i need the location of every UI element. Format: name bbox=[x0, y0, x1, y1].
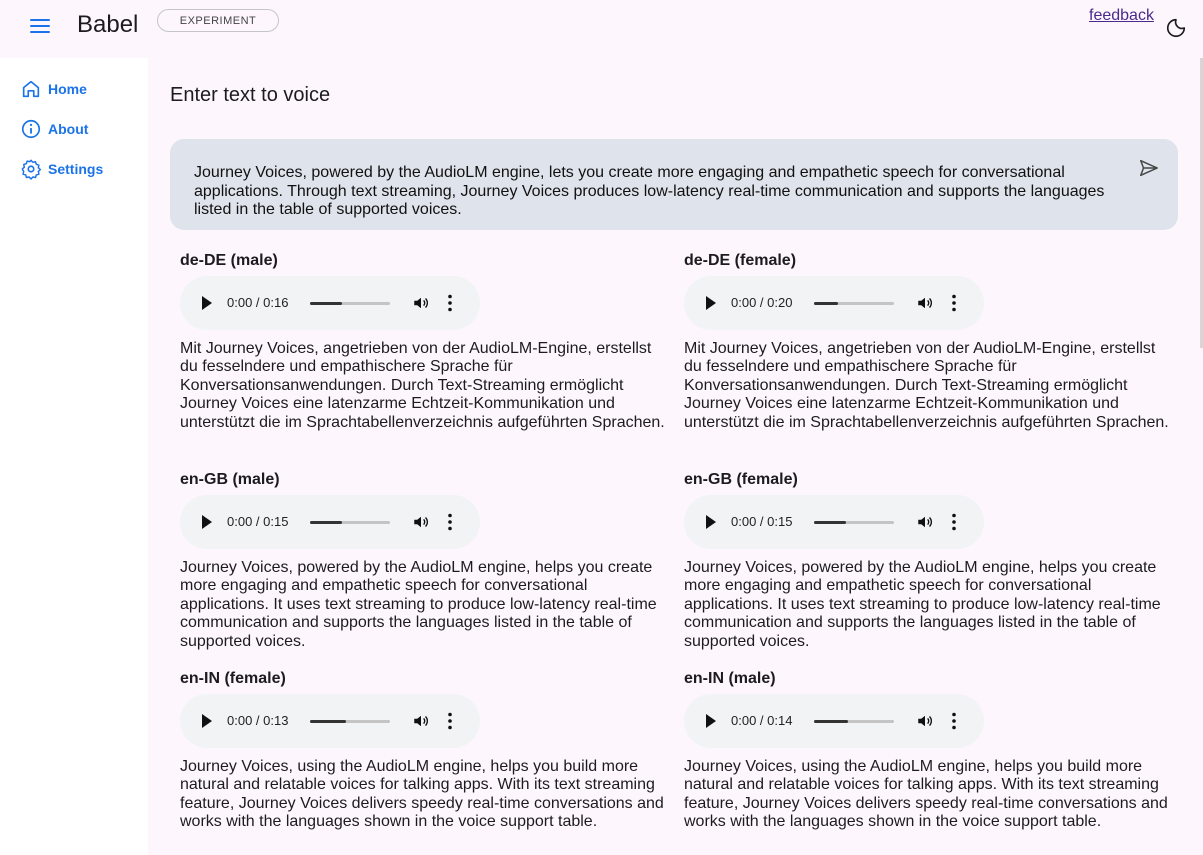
more-options-icon[interactable] bbox=[952, 294, 956, 312]
more-options-icon[interactable] bbox=[952, 513, 956, 531]
audio-progress-fill bbox=[310, 302, 342, 305]
more-options-icon[interactable] bbox=[952, 712, 956, 730]
play-icon[interactable] bbox=[706, 714, 716, 728]
voice-name: en-IN (male) bbox=[684, 670, 776, 687]
sidebar-item-label: About bbox=[48, 121, 89, 137]
input-text[interactable]: Journey Voices, powered by the AudioLM e… bbox=[194, 164, 1114, 220]
voice-card: en-IN (male) 0:00 / 0:14 Journey Voices,… bbox=[684, 670, 1174, 832]
audio-progress-fill bbox=[310, 521, 342, 524]
voice-name: en-GB (female) bbox=[684, 471, 798, 488]
audio-time: 0:00 / 0:14 bbox=[731, 713, 793, 728]
play-icon[interactable] bbox=[202, 714, 212, 728]
text-input[interactable]: Journey Voices, powered by the AudioLM e… bbox=[170, 139, 1178, 230]
feedback-link[interactable]: feedback bbox=[1089, 7, 1154, 25]
app-title: Babel bbox=[77, 11, 139, 38]
send-icon[interactable] bbox=[1138, 157, 1160, 179]
volume-icon[interactable] bbox=[916, 513, 934, 531]
play-icon[interactable] bbox=[706, 296, 716, 310]
audio-player[interactable]: 0:00 / 0:15 bbox=[684, 495, 984, 549]
voice-card: de-DE (female) 0:00 / 0:20 Mit Journey V… bbox=[684, 252, 1174, 432]
voice-description: Journey Voices, using the AudioLM engine… bbox=[180, 758, 664, 831]
audio-progress-slider[interactable] bbox=[814, 521, 894, 524]
audio-progress-slider[interactable] bbox=[814, 720, 894, 723]
gear-icon bbox=[21, 159, 42, 180]
audio-player[interactable]: 0:00 / 0:15 bbox=[180, 495, 480, 549]
audio-time: 0:00 / 0:15 bbox=[731, 514, 793, 529]
volume-icon[interactable] bbox=[916, 712, 934, 730]
audio-progress-fill bbox=[814, 302, 838, 305]
page-title: Enter text to voice bbox=[170, 84, 331, 106]
play-icon[interactable] bbox=[706, 515, 716, 529]
volume-icon[interactable] bbox=[412, 513, 430, 531]
voice-name: en-IN (female) bbox=[180, 670, 286, 687]
menu-icon[interactable] bbox=[30, 17, 50, 35]
audio-progress-slider[interactable] bbox=[310, 720, 390, 723]
voice-card: en-GB (female) 0:00 / 0:15 Journey Voice… bbox=[684, 471, 1174, 651]
sidebar-item-home[interactable]: Home bbox=[20, 77, 87, 101]
sidebar-item-settings[interactable]: Settings bbox=[20, 157, 103, 181]
voice-card: en-IN (female) 0:00 / 0:13 Journey Voice… bbox=[180, 670, 670, 832]
voice-description: Journey Voices, powered by the AudioLM e… bbox=[180, 559, 657, 650]
audio-progress-fill bbox=[814, 521, 846, 524]
info-icon bbox=[21, 119, 41, 139]
more-options-icon[interactable] bbox=[448, 294, 452, 312]
audio-player[interactable]: 0:00 / 0:14 bbox=[684, 694, 984, 748]
audio-time: 0:00 / 0:15 bbox=[227, 514, 289, 529]
audio-progress-fill bbox=[814, 720, 848, 723]
audio-player[interactable]: 0:00 / 0:13 bbox=[180, 694, 480, 748]
audio-progress-slider[interactable] bbox=[310, 302, 390, 305]
sidebar-item-label: Settings bbox=[48, 161, 104, 177]
volume-icon[interactable] bbox=[412, 294, 430, 312]
volume-icon[interactable] bbox=[412, 712, 430, 730]
play-icon[interactable] bbox=[202, 296, 212, 310]
sidebar-item-about[interactable]: About bbox=[20, 117, 88, 141]
voice-card: de-DE (male) 0:00 / 0:16 Mit Journey Voi… bbox=[180, 252, 670, 432]
voice-description: Journey Voices, using the AudioLM engine… bbox=[684, 758, 1168, 831]
audio-time: 0:00 / 0:16 bbox=[227, 295, 289, 310]
voice-description: Journey Voices, powered by the AudioLM e… bbox=[684, 559, 1161, 650]
volume-icon[interactable] bbox=[916, 294, 934, 312]
audio-player[interactable]: 0:00 / 0:16 bbox=[180, 276, 480, 330]
audio-progress-slider[interactable] bbox=[310, 521, 390, 524]
voice-description: Mit Journey Voices, angetrieben von der … bbox=[180, 340, 665, 431]
audio-time: 0:00 / 0:13 bbox=[227, 713, 289, 728]
voice-card: en-GB (male) 0:00 / 0:15 Journey Voices,… bbox=[180, 471, 670, 651]
more-options-icon[interactable] bbox=[448, 712, 452, 730]
sidebar-item-label: Home bbox=[48, 81, 87, 97]
voice-name: de-DE (female) bbox=[684, 252, 797, 269]
dark-mode-icon[interactable] bbox=[1165, 17, 1187, 39]
play-icon[interactable] bbox=[202, 515, 212, 529]
audio-player[interactable]: 0:00 / 0:20 bbox=[684, 276, 984, 330]
voice-description: Mit Journey Voices, angetrieben von der … bbox=[684, 340, 1169, 431]
audio-progress-slider[interactable] bbox=[814, 302, 894, 305]
home-icon bbox=[22, 80, 40, 98]
more-options-icon[interactable] bbox=[448, 513, 452, 531]
experiment-badge: EXPERIMENT bbox=[157, 9, 279, 32]
audio-progress-fill bbox=[310, 720, 346, 723]
voice-name: de-DE (male) bbox=[180, 252, 278, 269]
audio-time: 0:00 / 0:20 bbox=[731, 295, 793, 310]
sidebar: Home About Settings bbox=[0, 58, 148, 855]
top-app-bar: Babel EXPERIMENT feedback bbox=[0, 0, 1203, 58]
voice-name: en-GB (male) bbox=[180, 471, 280, 488]
